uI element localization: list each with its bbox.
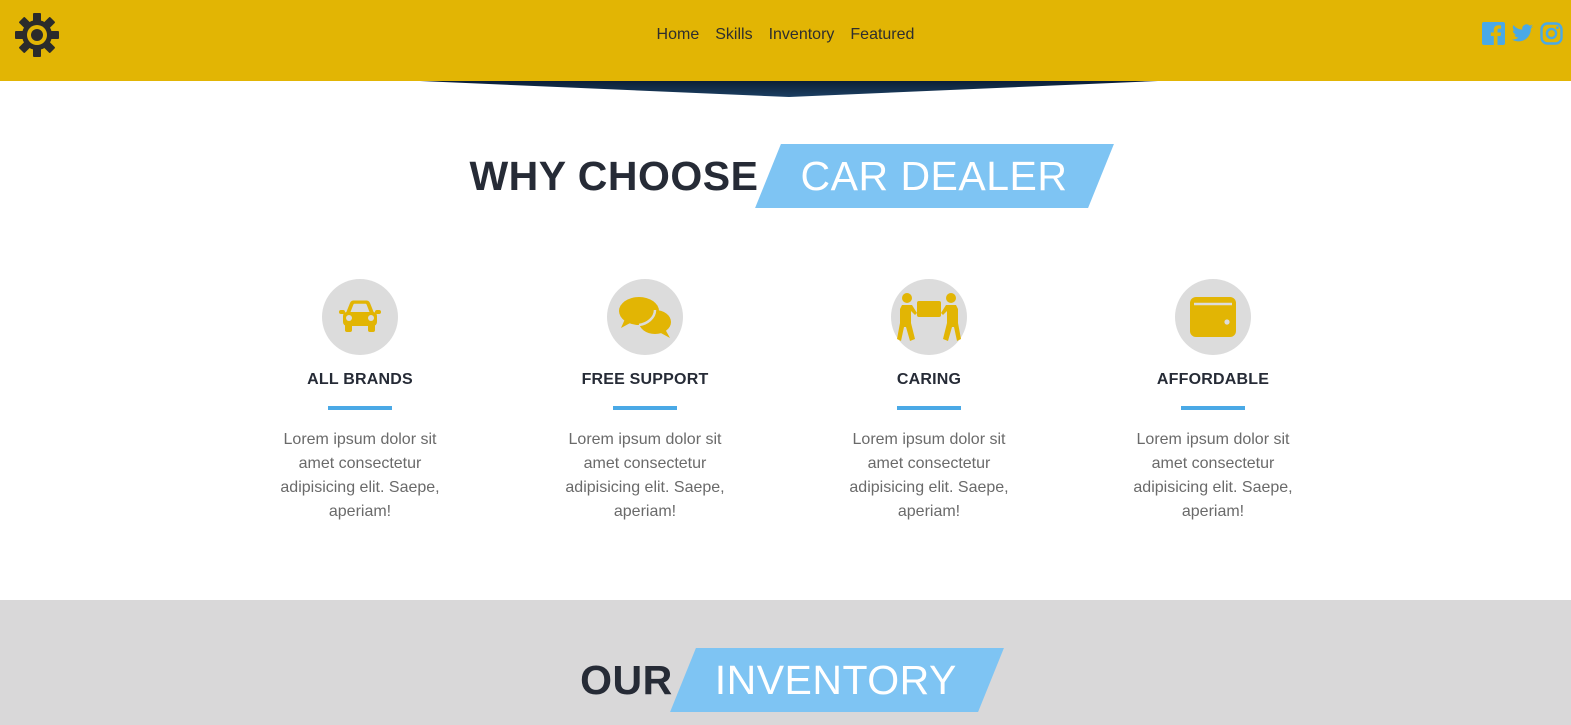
heading-highlight-text: CAR DEALER	[800, 152, 1068, 199]
main-nav: Home Skills Inventory Featured	[0, 0, 1571, 69]
inventory-heading: OUR INVENTORY	[0, 648, 1571, 712]
feature-title: CARING	[896, 371, 962, 388]
header-wedge-shadow	[420, 81, 1158, 97]
why-choose-heading: WHY CHOOSE CAR DEALER	[0, 144, 1571, 208]
wallet-icon	[1175, 279, 1251, 355]
heading-dark-text: WHY CHOOSE	[469, 152, 759, 199]
feature-description: Lorem ipsum dolor sit amet consectetur a…	[849, 431, 1009, 520]
feature-description: Lorem ipsum dolor sit amet consectetur a…	[565, 431, 725, 520]
feature-underline	[328, 406, 392, 410]
car-icon	[322, 279, 398, 355]
feature-underline	[1181, 406, 1245, 410]
chat-bubbles-icon	[607, 279, 683, 355]
instagram-icon[interactable]	[1540, 22, 1563, 45]
feature-description: Lorem ipsum dolor sit amet consectetur a…	[280, 431, 440, 520]
feature-title: ALL BRANDS	[307, 371, 413, 388]
feature-underline	[613, 406, 677, 410]
twitter-icon[interactable]	[1511, 22, 1534, 45]
nav-skills[interactable]: Skills	[707, 26, 760, 44]
feature-card: AFFORDABLE Lorem ipsum dolor sit amet co…	[1113, 279, 1313, 524]
feature-description: Lorem ipsum dolor sit amet consectetur a…	[1133, 431, 1293, 520]
people-carry-icon	[891, 279, 967, 355]
nav-home[interactable]: Home	[649, 26, 708, 44]
nav-inventory[interactable]: Inventory	[761, 26, 843, 44]
facebook-icon[interactable]	[1482, 22, 1505, 45]
heading-dark-text: OUR	[580, 656, 673, 703]
social-links	[1482, 22, 1563, 45]
heading-highlight-tag: CAR DEALER	[768, 144, 1101, 208]
feature-card: CARING Lorem ipsum dolor sit amet consec…	[829, 279, 1029, 524]
heading-highlight-tag: INVENTORY	[683, 648, 991, 712]
feature-underline	[897, 406, 961, 410]
nav-featured[interactable]: Featured	[842, 26, 922, 44]
feature-title: AFFORDABLE	[1156, 371, 1270, 388]
heading-highlight-text: INVENTORY	[714, 656, 957, 703]
feature-card: FREE SUPPORT Lorem ipsum dolor sit amet …	[545, 279, 745, 524]
site-header: Home Skills Inventory Featured	[0, 0, 1571, 81]
feature-card: ALL BRANDS Lorem ipsum dolor sit amet co…	[260, 279, 460, 524]
feature-title: FREE SUPPORT	[581, 371, 709, 388]
